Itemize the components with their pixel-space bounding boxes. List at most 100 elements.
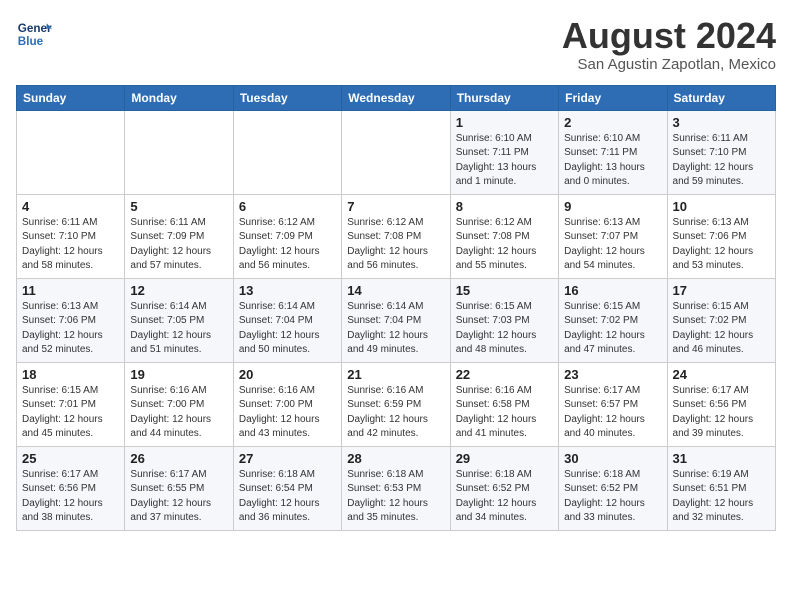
calendar-cell: 26 Sunrise: 6:17 AM Sunset: 6:55 PM Dayli… xyxy=(125,446,233,530)
day-number: 11 xyxy=(22,283,119,298)
calendar-cell: 3Sunrise: 6:11 AM Sunset: 7:10 PM Daylig… xyxy=(667,110,775,194)
day-number: 17 xyxy=(673,283,770,298)
header-thursday: Thursday xyxy=(450,85,558,110)
day-info: Sunrise: 6:15 AM Sunset: 7:03 PM Dayligh… xyxy=(456,300,553,358)
day-info: Sunrise: 6:12 AM Sunset: 7:09 PM Dayligh… xyxy=(239,216,336,274)
day-number: 26 xyxy=(130,451,227,466)
calendar-cell: 23 Sunrise: 6:17 AM Sunset: 6:57 PM Dayli… xyxy=(559,362,667,446)
calendar-cell: 17 Sunrise: 6:15 AM Sunset: 7:02 PM Dayli… xyxy=(667,278,775,362)
calendar-cell: 7 Sunrise: 6:12 AM Sunset: 7:08 PM Daylig… xyxy=(342,194,450,278)
day-info: Sunrise: 6:19 AM Sunset: 6:51 PM Dayligh… xyxy=(673,468,770,526)
day-info: Sunrise: 6:14 AM Sunset: 7:04 PM Dayligh… xyxy=(239,300,336,358)
page-header: General Blue August 2024 San Agustin Zap… xyxy=(16,16,776,73)
day-info: Sunrise: 6:16 AM Sunset: 7:00 PM Dayligh… xyxy=(130,384,227,442)
week-row-2: 4Sunrise: 6:11 AM Sunset: 7:10 PM Daylig… xyxy=(17,194,776,278)
week-row-1: 1 Sunrise: 6:10 AM Sunset: 7:11 PM Daylig… xyxy=(17,110,776,194)
day-info: Sunrise: 6:18 AM Sunset: 6:54 PM Dayligh… xyxy=(239,468,336,526)
day-number: 12 xyxy=(130,283,227,298)
day-number: 31 xyxy=(673,451,770,466)
day-info: Sunrise: 6:18 AM Sunset: 6:53 PM Dayligh… xyxy=(347,468,444,526)
week-row-3: 11 Sunrise: 6:13 AM Sunset: 7:06 PM Dayli… xyxy=(17,278,776,362)
day-number: 7 xyxy=(347,199,444,214)
month-title: August 2024 xyxy=(562,16,776,56)
day-info: Sunrise: 6:16 AM Sunset: 7:00 PM Dayligh… xyxy=(239,384,336,442)
day-number: 18 xyxy=(22,367,119,382)
day-number: 14 xyxy=(347,283,444,298)
day-info: Sunrise: 6:17 AM Sunset: 6:57 PM Dayligh… xyxy=(564,384,661,442)
title-area: August 2024 San Agustin Zapotlan, Mexico xyxy=(562,16,776,73)
day-number: 10 xyxy=(673,199,770,214)
calendar-cell: 6 Sunrise: 6:12 AM Sunset: 7:09 PM Daylig… xyxy=(233,194,341,278)
day-info: Sunrise: 6:17 AM Sunset: 6:56 PM Dayligh… xyxy=(22,468,119,526)
day-info: Sunrise: 6:12 AM Sunset: 7:08 PM Dayligh… xyxy=(347,216,444,274)
calendar-cell: 31 Sunrise: 6:19 AM Sunset: 6:51 PM Dayli… xyxy=(667,446,775,530)
day-info: Sunrise: 6:15 AM Sunset: 7:01 PM Dayligh… xyxy=(22,384,119,442)
calendar-cell: 9Sunrise: 6:13 AM Sunset: 7:07 PM Daylig… xyxy=(559,194,667,278)
day-info: Sunrise: 6:17 AM Sunset: 6:55 PM Dayligh… xyxy=(130,468,227,526)
calendar-cell: 27 Sunrise: 6:18 AM Sunset: 6:54 PM Dayli… xyxy=(233,446,341,530)
day-number: 25 xyxy=(22,451,119,466)
day-number: 5 xyxy=(130,199,227,214)
svg-text:Blue: Blue xyxy=(18,35,44,48)
day-number: 13 xyxy=(239,283,336,298)
day-info: Sunrise: 6:11 AM Sunset: 7:09 PM Dayligh… xyxy=(130,216,227,274)
calendar-cell xyxy=(17,110,125,194)
header-row: SundayMondayTuesdayWednesdayThursdayFrid… xyxy=(17,85,776,110)
day-info: Sunrise: 6:11 AM Sunset: 7:10 PM Dayligh… xyxy=(673,132,770,190)
calendar-cell: 5 Sunrise: 6:11 AM Sunset: 7:09 PM Daylig… xyxy=(125,194,233,278)
header-sunday: Sunday xyxy=(17,85,125,110)
day-number: 2 xyxy=(564,115,661,130)
location: San Agustin Zapotlan, Mexico xyxy=(562,56,776,73)
day-info: Sunrise: 6:12 AM Sunset: 7:08 PM Dayligh… xyxy=(456,216,553,274)
calendar-cell: 10 Sunrise: 6:13 AM Sunset: 7:06 PM Dayli… xyxy=(667,194,775,278)
week-row-5: 25 Sunrise: 6:17 AM Sunset: 6:56 PM Dayli… xyxy=(17,446,776,530)
day-info: Sunrise: 6:14 AM Sunset: 7:05 PM Dayligh… xyxy=(130,300,227,358)
day-info: Sunrise: 6:15 AM Sunset: 7:02 PM Dayligh… xyxy=(564,300,661,358)
day-number: 6 xyxy=(239,199,336,214)
day-number: 30 xyxy=(564,451,661,466)
calendar-cell: 22 Sunrise: 6:16 AM Sunset: 6:58 PM Dayli… xyxy=(450,362,558,446)
day-info: Sunrise: 6:16 AM Sunset: 6:58 PM Dayligh… xyxy=(456,384,553,442)
day-number: 21 xyxy=(347,367,444,382)
calendar-cell: 30 Sunrise: 6:18 AM Sunset: 6:52 PM Dayli… xyxy=(559,446,667,530)
day-number: 4 xyxy=(22,199,119,214)
calendar-cell: 21 Sunrise: 6:16 AM Sunset: 6:59 PM Dayli… xyxy=(342,362,450,446)
calendar-cell: 29Sunrise: 6:18 AM Sunset: 6:52 PM Dayli… xyxy=(450,446,558,530)
day-info: Sunrise: 6:17 AM Sunset: 6:56 PM Dayligh… xyxy=(673,384,770,442)
day-number: 23 xyxy=(564,367,661,382)
day-number: 1 xyxy=(456,115,553,130)
header-monday: Monday xyxy=(125,85,233,110)
day-number: 19 xyxy=(130,367,227,382)
day-number: 15 xyxy=(456,283,553,298)
logo-icon: General Blue xyxy=(16,16,52,52)
calendar-cell: 19 Sunrise: 6:16 AM Sunset: 7:00 PM Dayli… xyxy=(125,362,233,446)
day-info: Sunrise: 6:16 AM Sunset: 6:59 PM Dayligh… xyxy=(347,384,444,442)
day-number: 27 xyxy=(239,451,336,466)
day-info: Sunrise: 6:13 AM Sunset: 7:06 PM Dayligh… xyxy=(22,300,119,358)
calendar-cell: 12 Sunrise: 6:14 AM Sunset: 7:05 PM Dayli… xyxy=(125,278,233,362)
header-friday: Friday xyxy=(559,85,667,110)
header-saturday: Saturday xyxy=(667,85,775,110)
calendar-cell: 2 Sunrise: 6:10 AM Sunset: 7:11 PM Daylig… xyxy=(559,110,667,194)
week-row-4: 18 Sunrise: 6:15 AM Sunset: 7:01 PM Dayli… xyxy=(17,362,776,446)
day-info: Sunrise: 6:15 AM Sunset: 7:02 PM Dayligh… xyxy=(673,300,770,358)
header-tuesday: Tuesday xyxy=(233,85,341,110)
day-info: Sunrise: 6:18 AM Sunset: 6:52 PM Dayligh… xyxy=(564,468,661,526)
calendar-cell: 1 Sunrise: 6:10 AM Sunset: 7:11 PM Daylig… xyxy=(450,110,558,194)
day-info: Sunrise: 6:10 AM Sunset: 7:11 PM Dayligh… xyxy=(564,132,661,190)
calendar-cell xyxy=(233,110,341,194)
day-info: Sunrise: 6:10 AM Sunset: 7:11 PM Dayligh… xyxy=(456,132,553,190)
day-number: 22 xyxy=(456,367,553,382)
day-info: Sunrise: 6:13 AM Sunset: 7:06 PM Dayligh… xyxy=(673,216,770,274)
calendar-table: SundayMondayTuesdayWednesdayThursdayFrid… xyxy=(16,85,776,531)
calendar-cell xyxy=(342,110,450,194)
calendar-cell: 16 Sunrise: 6:15 AM Sunset: 7:02 PM Dayli… xyxy=(559,278,667,362)
day-info: Sunrise: 6:13 AM Sunset: 7:07 PM Dayligh… xyxy=(564,216,661,274)
calendar-cell: 8Sunrise: 6:12 AM Sunset: 7:08 PM Daylig… xyxy=(450,194,558,278)
calendar-cell: 18 Sunrise: 6:15 AM Sunset: 7:01 PM Dayli… xyxy=(17,362,125,446)
day-info: Sunrise: 6:14 AM Sunset: 7:04 PM Dayligh… xyxy=(347,300,444,358)
header-wednesday: Wednesday xyxy=(342,85,450,110)
day-number: 16 xyxy=(564,283,661,298)
day-info: Sunrise: 6:18 AM Sunset: 6:52 PM Dayligh… xyxy=(456,468,553,526)
calendar-cell: 11 Sunrise: 6:13 AM Sunset: 7:06 PM Dayli… xyxy=(17,278,125,362)
